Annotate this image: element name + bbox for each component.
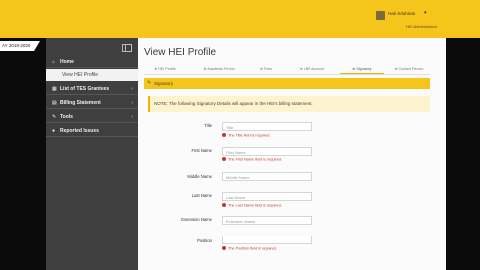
user-avatar-icon [376,11,385,20]
position-error: The Position field is required. [222,246,277,251]
last-name-input[interactable]: Last Name [222,192,312,201]
screen: Hari Krishnan ▾ HEI Administrator AY 201… [0,0,480,270]
note-text: NOTE: The following Signatory Details wi… [154,101,313,106]
academic-year-text: AY 2019-2020 [2,43,31,48]
sidebar-item-tools[interactable]: ✎ Tools ‹ [46,111,138,123]
sidebar-item-label: Billing Statement [60,100,101,106]
main-content: View HEI Profile ⊕ HEI Profile ⊕ Academi… [138,38,446,270]
extension-name-label: Extension Name [181,217,212,222]
user-name: Hari Krishnan [388,11,416,16]
tab-label: Contact Person [398,67,424,71]
tab-hei-profile[interactable]: ⊕ HEI Profile [144,65,186,74]
error-icon [222,246,226,250]
plus-circle-icon: ⊕ [394,67,398,71]
plus-circle-icon: ⊕ [154,67,158,71]
sidebar-toggle-icon[interactable] [122,44,132,52]
plus-circle-icon: ⊕ [259,67,263,71]
sidebar-item-billing-statement[interactable]: ▤ Billing Statement ‹ [46,97,138,109]
panel-header: ✎ Signatory [144,78,430,89]
user-menu[interactable]: Hari Krishnan ▾ HEI Administrator [376,7,446,33]
last-name-placeholder: Last Name [226,195,246,200]
middle-name-label: Middle Name [187,174,212,179]
chevron-down-icon[interactable]: ▾ [424,10,427,16]
sidebar-item-label: Reported Issues [60,128,99,134]
sidebar-item-reported-issues[interactable]: ● Reported Issues [46,125,138,137]
position-input[interactable] [222,236,312,244]
sidebar-item-label: List of TES Grantees [60,86,110,92]
middle-name-input[interactable]: Middle Name [222,172,312,181]
wrench-icon: ✎ [52,114,57,120]
tab-label: HEI Profile [158,67,176,71]
sidebar-item-label: Home [60,59,74,65]
first-name-error: The First Name field is required. [222,157,282,162]
user-role: HEI Administrator [406,24,438,29]
sidebar-item-home[interactable]: ⌂ Home [46,56,138,68]
title-error: The Title field is required. [222,133,270,138]
middle-name-placeholder: Middle Name [226,175,250,180]
tab-academic-period[interactable]: ⊕ Academic Period [192,65,246,74]
chevron-left-icon: ‹ [131,86,133,92]
tab-label: LBP Account [303,67,325,71]
home-icon: ⌂ [52,59,56,65]
tab-contact-person[interactable]: ⊕ Contact Person [388,65,430,74]
tab-signatory[interactable]: ⊕ Signatory [340,65,384,74]
extension-name-placeholder: Extension Name [226,219,256,224]
panel-title: Signatory [154,81,174,86]
academic-year-badge: AY 2019-2020 [0,41,40,51]
tab-label: Academic Period [207,67,235,71]
sidebar-item-view-hei-profile[interactable]: View HEI Profile [46,69,138,81]
tab-label: Fees [264,67,272,71]
last-name-label: Last Name [191,193,212,198]
last-name-error: The Last Name field is required. [222,203,282,208]
note-alert: NOTE: The following Signatory Details wi… [148,96,430,112]
error-icon [222,133,226,137]
error-icon [222,203,226,207]
first-name-placeholder: First Name [226,150,246,155]
plus-circle-icon: ⊕ [352,67,356,71]
position-label: Position [197,238,212,243]
file-icon: ▤ [52,100,57,106]
chevron-left-icon: ‹ [131,114,133,120]
chevron-left-icon: ‹ [131,100,133,106]
screen-edge [446,38,480,270]
title-label: Title [204,123,212,128]
first-name-input[interactable]: First Name [222,147,312,156]
tab-label: Signatory [356,67,372,71]
tab-lbp-account[interactable]: ⊕ LBP Account [290,65,334,74]
title-placeholder: Title [226,125,234,130]
signature-icon: ✎ [147,80,152,86]
sidebar-item-label: Tools [60,114,73,120]
sidebar-item-tes-grantees[interactable]: ▦ List of TES Grantees ‹ [46,83,138,95]
first-name-label: First Name [191,148,212,153]
alert-icon: ● [52,128,56,134]
profile-tabs: ⊕ HEI Profile ⊕ Academic Period ⊕ Fees ⊕… [144,65,430,75]
plus-circle-icon: ⊕ [299,67,303,71]
page-title: View HEI Profile [144,47,217,58]
sidebar: ⌂ Home View HEI Profile ▦ List of TES Gr… [46,38,138,270]
error-icon [222,157,226,161]
tab-fees[interactable]: ⊕ Fees [250,65,282,74]
title-input[interactable]: Title [222,122,312,131]
list-icon: ▦ [52,86,57,92]
top-header-bar: Hari Krishnan ▾ HEI Administrator [0,0,480,38]
sidebar-item-label: View HEI Profile [62,72,99,78]
extension-name-input[interactable]: Extension Name [222,216,312,225]
